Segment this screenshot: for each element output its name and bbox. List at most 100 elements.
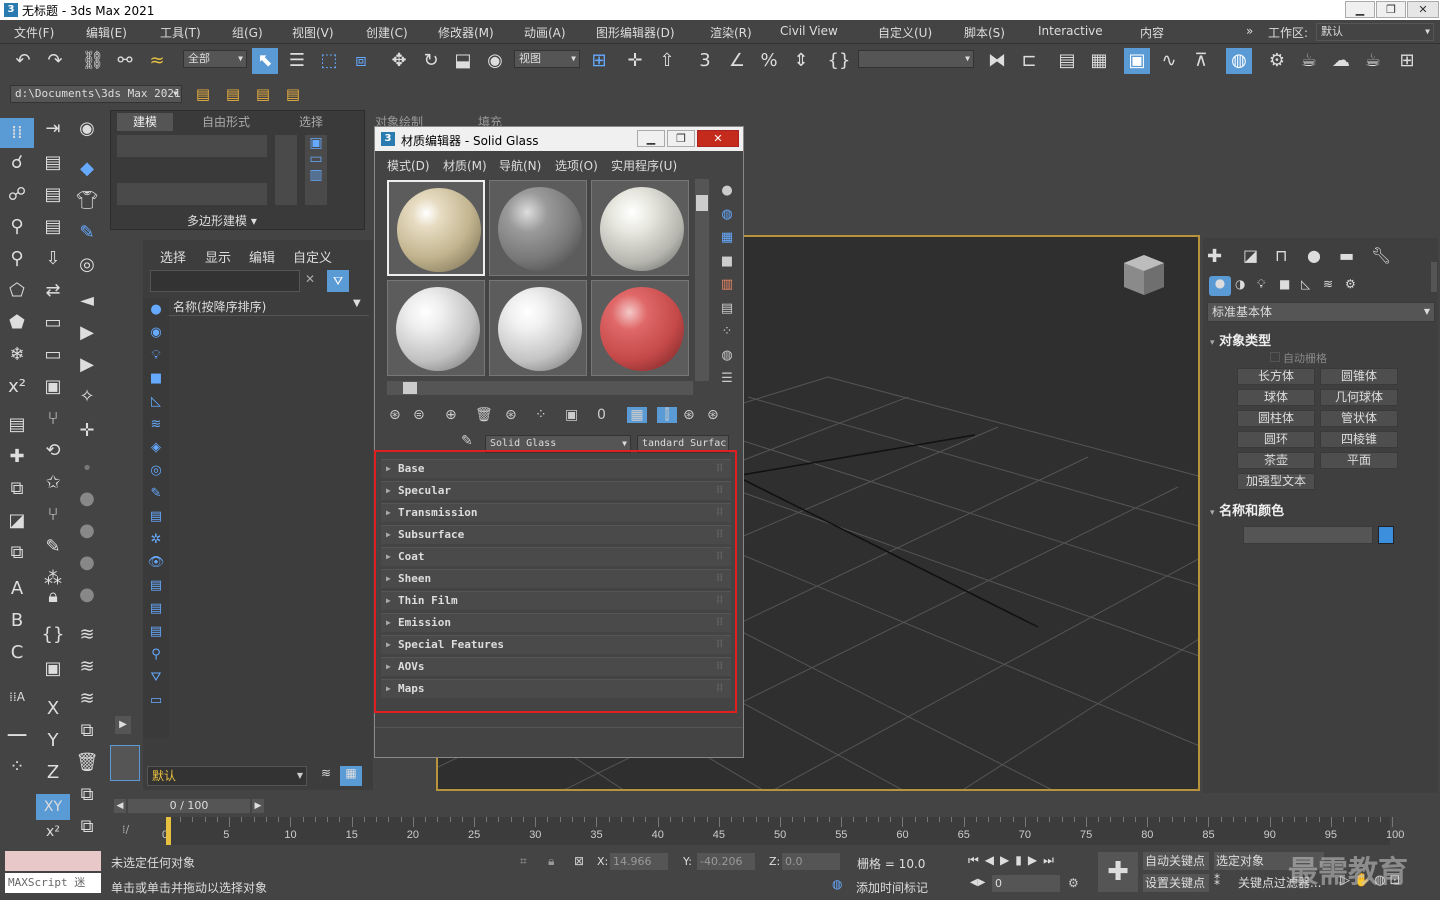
clear-search-icon[interactable]: ✕ [305,272,315,286]
table-col2-icon[interactable]: ▤ [36,152,70,173]
material-slot-2[interactable] [489,180,587,276]
axis-x-icon[interactable]: X [36,698,70,719]
utilities-tab-icon[interactable]: 🔧︎ [1371,246,1391,265]
workspace-dropdown[interactable]: 默认 ▼ [1316,23,1434,41]
stack-icon[interactable]: ⧉ [0,478,34,499]
time-slider[interactable]: 0 / 100 [128,799,250,813]
scale-icon[interactable]: ⬓ [450,48,476,74]
show-map-viewport-icon[interactable]: ▦ [627,407,647,423]
frame-nav-icon[interactable]: ◀▶ [970,877,985,888]
shirt-col3-icon[interactable]: 👕︎ [70,190,104,211]
stack3-col3-icon[interactable]: ≋ [70,688,104,709]
ruler-icon[interactable]: ▁▁ [0,722,34,736]
explorer-search-input[interactable] [150,270,300,292]
helpers-icon[interactable]: ◺ [1301,277,1310,291]
rotate-icon[interactable]: ↻ [418,48,444,74]
rollout-specular[interactable]: ▶ Specular ⁞⁞ [381,481,731,500]
pivot-center-icon[interactable]: ⊞ [586,48,612,74]
minimize-button[interactable]: ▁ [1345,1,1375,18]
view-cube-icon[interactable] [1124,255,1164,295]
selection-lock-icon[interactable]: 🔒︎ [548,854,554,869]
material-slot-3[interactable] [591,180,689,276]
menu-scripting[interactable]: 脚本(S) [964,24,1005,41]
material-id-icon[interactable]: 0 [597,407,606,423]
display-tab-icon[interactable]: ▬ [1339,246,1354,265]
isolate-icon[interactable]: ⌗ [520,854,527,869]
layer-explorer-icon[interactable]: ▤ [1054,48,1080,74]
time-next-icon[interactable]: ▶ [252,799,264,813]
geometry-icon[interactable]: ● [1209,276,1231,296]
dot-circle-icon[interactable]: ⁘ [0,756,34,777]
time-config-icon[interactable]: ⚙ [1068,876,1079,890]
trackbar-curve-icon[interactable]: ⁞∕ [122,823,129,836]
layers-icon[interactable]: ▤ [0,414,34,435]
text-a-icon[interactable]: A [0,578,34,599]
frame-col2-icon[interactable]: ▭ [36,312,70,333]
reset-material-icon[interactable]: 🗑︎ [475,407,493,423]
rollout-aovs[interactable]: ▶ AOVs ⁞⁞ [381,657,731,676]
scene-explorer-icon[interactable]: ▣ [1124,48,1150,74]
project-save-icon[interactable]: ▤ [250,81,276,107]
render-production-icon[interactable]: ☁ [1328,48,1354,74]
undo-icon[interactable]: ↶ [10,48,36,74]
save-col2-icon[interactable]: ▣ [36,376,70,397]
explorer-menu-edit[interactable]: 编辑 [249,247,275,266]
go-forward-sibling-icon[interactable]: ⊛ [707,407,719,423]
filter-icon[interactable]: ⛛ [327,270,349,292]
film-col3-icon[interactable]: ▶ [70,354,104,375]
bucket-col3-icon[interactable]: ◆ [70,158,104,179]
sphere-col3-icon[interactable]: ● [70,488,104,509]
sphere2-col3-icon[interactable]: ● [70,520,104,541]
stack4-col3-icon[interactable]: ⧉ [70,720,104,741]
paint-select-icon[interactable]: ☍ [0,184,34,205]
element-icon[interactable]: ⬟ [0,312,34,333]
rollout-subsurface[interactable]: ▶ Subsurface ⁞⁞ [381,525,731,544]
rollout-coat[interactable]: ▶ Coat ⁞⁞ [381,547,731,566]
axis-y-icon[interactable]: Y [36,730,70,751]
cone-button[interactable]: 圆锥体 [1320,368,1398,385]
poly-modeling-label[interactable]: 多边形建模 ▾ [187,212,257,229]
tab-freeform[interactable]: 自由形式 [191,113,261,131]
stack-col3-icon[interactable]: ≋ [70,624,104,645]
geosphere-button[interactable]: 几何球体 [1320,389,1398,406]
mirror-icon[interactable]: ⧓ [984,48,1010,74]
teapot-button[interactable]: 茶壶 [1237,452,1315,469]
dope-sheet-icon[interactable]: ⊼ [1188,48,1214,74]
material-slot-5[interactable] [489,280,587,376]
name-color-header[interactable]: ▾ 名称和颜色 [1210,500,1434,519]
pyramid-button[interactable]: 四棱锥 [1320,431,1398,448]
cmd-scrollbar[interactable] [1431,262,1437,292]
project-new-icon[interactable]: ▤ [190,81,216,107]
menu-civil-view[interactable]: Civil View [780,24,838,38]
sphere3-col3-icon[interactable]: ● [70,552,104,573]
tube-button[interactable]: 管状体 [1320,410,1398,427]
y-coord-field[interactable]: -40.206 [697,853,755,870]
select-region-icon[interactable]: ◪ [0,510,34,531]
rendered-frame-icon[interactable]: ☕ [1296,48,1322,74]
select-by-name-icon[interactable]: ☰ [284,48,310,74]
angle-snap-icon[interactable]: ∠ [724,48,750,74]
med-close-button[interactable]: ✕ [697,130,739,147]
current-frame-marker[interactable] [166,817,171,845]
motion-tab-icon[interactable]: ● [1307,246,1321,265]
trackbar[interactable]: 0510152025303540455055606570758085909510… [162,817,1404,845]
loop-col2-icon[interactable]: ⟲ [36,440,70,461]
wand-col3-icon[interactable]: ✧ [70,386,104,407]
make-unique-icon[interactable]: ⁘ [535,407,547,423]
menu-create[interactable]: 创建(C) [366,24,408,41]
render-cloud-icon[interactable]: ☕ [1360,48,1386,74]
bind-spacewarp-icon[interactable]: ≈ [144,48,170,74]
rollout-base[interactable]: ▶ Base ⁞⁞ [381,459,731,478]
tab-modeling[interactable]: 建模 [117,113,173,131]
panel-col2-icon[interactable]: ▤ [36,216,70,237]
explorer-menu-customize[interactable]: 自定义 [293,247,332,266]
lock-icon[interactable]: 🔒︎ [36,586,70,607]
edge-icon[interactable]: ⚲ [0,248,34,269]
layer-dropdown[interactable]: 默认 ▼ [147,766,307,786]
time-prev-icon[interactable]: ◀ [114,799,126,813]
reference-coord-dropdown[interactable]: 视图 ▼ [514,50,580,68]
toggle-ribbon-icon[interactable]: ▦ [1086,48,1112,74]
rollout-special-features[interactable]: ▶ Special Features ⁞⁞ [381,635,731,654]
keyboard-shortcut-icon[interactable]: ⇧ [654,48,680,74]
axis-xyz-icon[interactable]: x² [36,824,70,840]
